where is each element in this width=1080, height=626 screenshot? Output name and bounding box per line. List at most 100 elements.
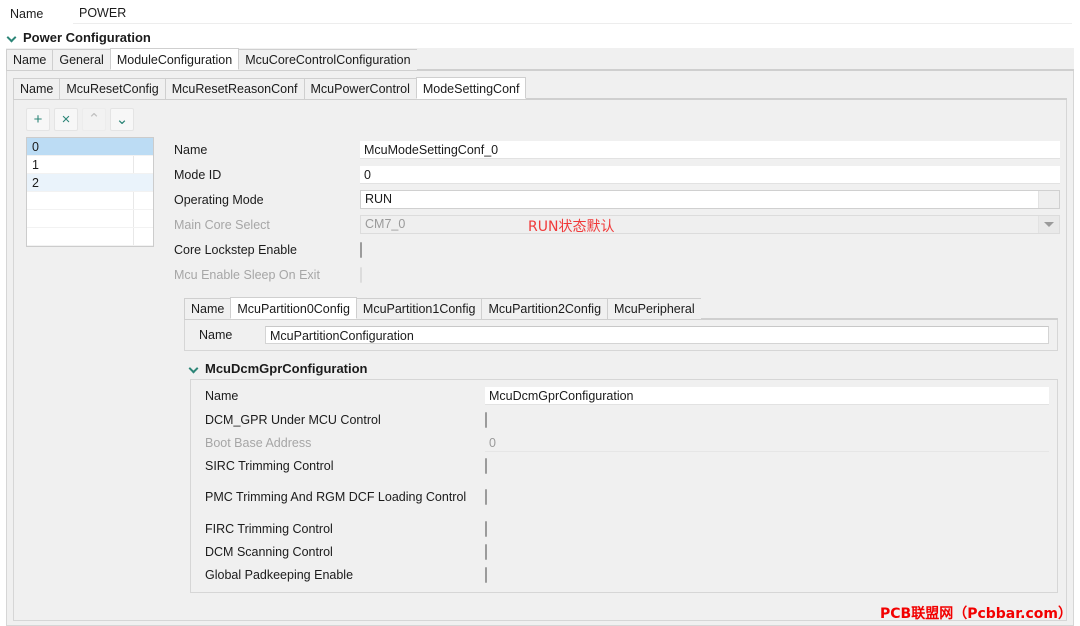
partition-name-label: Name (199, 328, 233, 342)
dcm-row-sirc-trimming: SIRC Trimming Control (199, 454, 1049, 477)
tab-inner-name[interactable]: Name (13, 78, 61, 99)
mode-form: Name McuModeSettingConf_0 Mode ID 0 Oper… (168, 137, 1060, 287)
name-label: Name (174, 142, 208, 157)
tab-mcupowercontrol[interactable]: McuPowerControl (303, 78, 417, 99)
tab-partition-name[interactable]: Name (184, 298, 232, 319)
dcm-title: McuDcmGprConfiguration (205, 361, 368, 376)
firc-trimming-checkbox[interactable] (485, 520, 487, 537)
tab-moduleconfiguration[interactable]: ModuleConfiguration (109, 48, 240, 70)
form-row-sleep-on-exit: Mcu Enable Sleep On Exit (168, 262, 1060, 287)
list-item-empty[interactable] (27, 192, 153, 210)
dcm-name-label: Name (205, 389, 239, 403)
main-core-select-combo[interactable]: CM7_0 (360, 215, 1060, 234)
partition-name-row: Name McuPartitionConfiguration (193, 326, 1049, 344)
outer-tabbar-filler (416, 49, 1074, 70)
operating-mode-dropdown-button[interactable] (1038, 191, 1059, 208)
mode-editor-row: 0 1 2 Name McuModeSettingConf_0 Mode ID … (14, 137, 1066, 287)
outer-tabbar: Name General ModuleConfiguration McuCore… (6, 48, 1074, 71)
tab-general[interactable]: General (52, 49, 111, 70)
form-row-mode-id: Mode ID 0 (168, 162, 1060, 187)
dcm-section: McuDcmGprConfiguration Name McuDcmGprCon… (184, 359, 1058, 593)
partition-panel: Name McuPartitionConfiguration (184, 320, 1058, 351)
tab-mcuresetconfig[interactable]: McuResetConfig (59, 78, 166, 99)
operating-mode-label: Operating Mode (174, 192, 264, 207)
name-input[interactable]: McuModeSettingConf_0 (360, 140, 1060, 159)
list-item[interactable]: 0 (27, 138, 153, 156)
move-up-button[interactable]: ⌃ (82, 108, 106, 131)
list-item[interactable]: 2 (27, 174, 153, 192)
dcm-row-name: Name McuDcmGprConfiguration (199, 384, 1049, 408)
global-padkeeping-label: Global Padkeeping Enable (205, 567, 354, 582)
dcm-row-dcm-scanning: DCM Scanning Control (199, 540, 1049, 563)
sleep-on-exit-label: Mcu Enable Sleep On Exit (174, 267, 320, 282)
sleep-on-exit-checkbox[interactable] (360, 266, 362, 283)
dcm-row-boot-base-address: Boot Base Address 0 (199, 431, 1049, 454)
partition-section: Name McuPartition0Config McuPartition1Co… (184, 297, 1058, 351)
add-button[interactable]: + (26, 108, 50, 131)
partition-name-input[interactable]: McuPartitionConfiguration (265, 326, 1049, 344)
top-name-row: Name POWER (0, 0, 1080, 28)
tab-mcuresetreasonconf[interactable]: McuResetReasonConf (164, 78, 305, 99)
pmc-trimming-label: PMC Trimming And RGM DCF Loading Control (205, 490, 467, 504)
tab-mcucorecontrolconfiguration[interactable]: McuCoreControlConfiguration (238, 49, 418, 70)
top-name-label: Name (10, 7, 44, 21)
module-configuration-panel: Name McuResetConfig McuResetReasonConf M… (6, 71, 1074, 626)
firc-trimming-label: FIRC Trimming Control (205, 521, 333, 536)
tab-name[interactable]: Name (6, 49, 54, 70)
main-core-select-dropdown-button[interactable] (1038, 216, 1059, 233)
form-row-name: Name McuModeSettingConf_0 (168, 137, 1060, 162)
chevron-down-icon (1044, 222, 1054, 227)
watermark: PCB联盟网（Pcbbar.com） (880, 606, 1072, 622)
core-lockstep-label: Core Lockstep Enable (174, 242, 297, 257)
top-name-input[interactable]: POWER (73, 4, 1072, 24)
dcm-name-input[interactable]: McuDcmGprConfiguration (485, 387, 1049, 405)
dcm-gpr-under-mcu-label: DCM_GPR Under MCU Control (205, 412, 381, 427)
power-configuration-title: Power Configuration (23, 30, 151, 45)
power-configuration-body: Name General ModuleConfiguration McuCore… (0, 48, 1080, 626)
mode-list[interactable]: 0 1 2 (26, 137, 154, 247)
chevron-down-icon[interactable] (190, 364, 199, 373)
mode-setting-conf-panel: + × ⌃ ⌄ 0 1 2 Name McuModeSettingConf_0 … (13, 100, 1067, 621)
dcm-scanning-checkbox[interactable] (485, 543, 487, 560)
chevron-down-icon[interactable] (8, 33, 17, 42)
inner-tabbar: Name McuResetConfig McuResetReasonConf M… (13, 77, 1067, 100)
inner-tabbar-filler (525, 78, 1067, 99)
power-configuration-header[interactable]: Power Configuration (0, 28, 1080, 48)
form-row-core-lockstep: Core Lockstep Enable (168, 237, 1060, 262)
dcm-header[interactable]: McuDcmGprConfiguration (184, 359, 1058, 379)
tab-modesettingconf[interactable]: ModeSettingConf (415, 77, 527, 99)
tab-mcuperipheral[interactable]: McuPeripheral (607, 298, 702, 319)
tab-mcupartition1config[interactable]: McuPartition1Config (355, 298, 483, 319)
list-item[interactable]: 1 (27, 156, 153, 174)
list-toolbar: + × ⌃ ⌄ (14, 100, 1066, 137)
run-mode-annotation: RUN状态默认 (528, 219, 615, 235)
move-down-button[interactable]: ⌄ (110, 108, 134, 131)
core-lockstep-checkbox[interactable] (360, 241, 362, 258)
partition-tabbar: Name McuPartition0Config McuPartition1Co… (184, 297, 1058, 320)
dcm-row-pmc-trimming: PMC Trimming And RGM DCF Loading Control (199, 477, 1049, 517)
tab-mcupartition0config[interactable]: McuPartition0Config (230, 297, 357, 319)
main-core-select-value: CM7_0 (365, 217, 406, 231)
main-core-select-label: Main Core Select (174, 217, 270, 232)
list-item-empty[interactable] (27, 228, 153, 246)
dcm-panel: Name McuDcmGprConfiguration DCM_GPR Unde… (190, 379, 1058, 593)
dcm-gpr-under-mcu-checkbox[interactable] (485, 411, 487, 428)
mode-id-label: Mode ID (174, 167, 222, 182)
global-padkeeping-checkbox[interactable] (485, 566, 487, 583)
remove-button[interactable]: × (54, 108, 78, 131)
operating-mode-value: RUN (365, 192, 393, 206)
boot-base-address-input[interactable]: 0 (485, 434, 1049, 452)
form-row-operating-mode: Operating Mode RUN (168, 187, 1060, 212)
sirc-trimming-label: SIRC Trimming Control (205, 458, 334, 473)
list-item-empty[interactable] (27, 210, 153, 228)
dcm-row-gpr-under-mcu: DCM_GPR Under MCU Control (199, 408, 1049, 431)
mode-id-input[interactable]: 0 (360, 165, 1060, 184)
partition-tabbar-filler (700, 298, 1058, 319)
dcm-scanning-label: DCM Scanning Control (205, 544, 333, 559)
tab-mcupartition2config[interactable]: McuPartition2Config (481, 298, 609, 319)
pmc-trimming-checkbox[interactable] (485, 489, 487, 505)
boot-base-address-label: Boot Base Address (205, 435, 312, 450)
dcm-row-firc-trimming: FIRC Trimming Control (199, 517, 1049, 540)
operating-mode-combo[interactable]: RUN (360, 190, 1060, 209)
sirc-trimming-checkbox[interactable] (485, 457, 487, 474)
